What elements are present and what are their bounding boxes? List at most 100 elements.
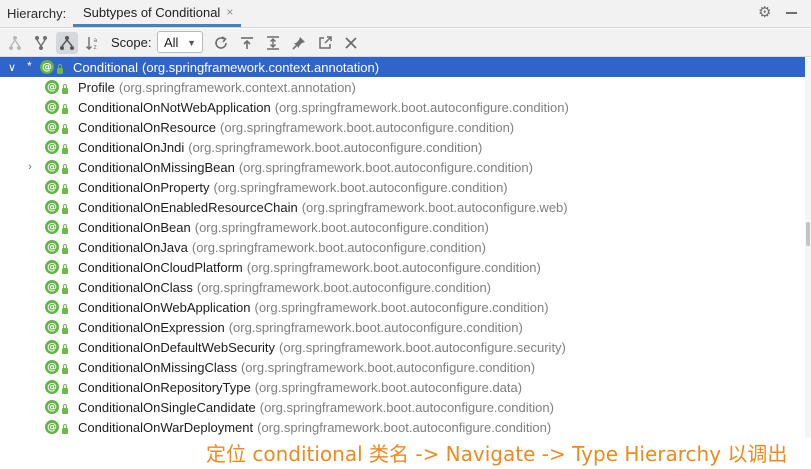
class-name: ConditionalOnNotWebApplication [78, 100, 271, 115]
tab-close-icon[interactable]: × [226, 5, 233, 19]
scope-label: Scope: [111, 35, 152, 50]
tree-row[interactable]: @ ConditionalOnBean (org.springframework.b… [0, 217, 805, 237]
package-name: (org.springframework.boot.autoconfigure.… [194, 220, 489, 235]
public-lock-icon [62, 204, 68, 214]
tree-row[interactable]: › @ ConditionalOnMissingBean (org.springfra… [0, 157, 805, 177]
tree-row[interactable]: @ ConditionalOnWebApplication (org.springf… [0, 297, 805, 317]
package-name: (org.springframework.boot.autoconfigure.… [254, 300, 549, 315]
annotation-type-icon: @ [45, 320, 59, 334]
close-icon[interactable] [340, 32, 362, 54]
class-hierarchy-icon[interactable] [56, 32, 78, 54]
sort-alphabetically-icon[interactable]: az [82, 32, 104, 54]
annotation-type-icon: @ [45, 200, 59, 214]
tab-title: Subtypes of Conditional [83, 4, 221, 20]
tree-row[interactable]: @ ConditionalOnJava (org.springframework.b… [0, 237, 805, 257]
class-name: ConditionalOnProperty [78, 180, 210, 195]
tree-row[interactable]: @ ConditionalOnMissingClass (org.springfra… [0, 357, 805, 377]
public-lock-icon [57, 64, 63, 74]
expand-arrow-icon[interactable]: › [24, 157, 36, 177]
class-name: ConditionalOnEnabledResourceChain [78, 200, 298, 215]
annotation-type-icon: @ [45, 360, 59, 374]
public-lock-icon [62, 304, 68, 314]
annotation-type-icon: @ [45, 400, 59, 414]
tree-root-row[interactable]: ∨ * @ Conditional (org.springframework.co… [0, 57, 805, 77]
public-lock-icon [62, 364, 68, 374]
class-name: ConditionalOnResource [78, 120, 217, 135]
tree-item-label: ConditionalOnSingleCandidate (org.springf… [78, 400, 554, 415]
chevron-down-icon: ▼ [187, 38, 196, 48]
annotation-type-icon: @ [45, 80, 59, 94]
tree-row[interactable]: @ ConditionalOnCloudPlatform (org.springfr… [0, 257, 805, 277]
scope-dropdown[interactable]: All ▼ [157, 31, 203, 53]
tree-row[interactable]: @ ConditionalOnExpression (org.springframe… [0, 317, 805, 337]
tree-item-label: ConditionalOnMissingClass (org.springfram… [78, 360, 535, 375]
annotation-type-icon: @ [45, 260, 59, 274]
package-name: (org.springframework.boot.autoconfigure.… [191, 240, 486, 255]
annotation-type-icon: @ [45, 380, 59, 394]
public-lock-icon [62, 84, 68, 94]
expand-arrow-icon[interactable]: ∨ [6, 57, 18, 77]
tab-subtypes-of-conditional[interactable]: Subtypes of Conditional × [73, 0, 242, 27]
class-name: ConditionalOnExpression [78, 320, 225, 335]
annotation-type-icon: @ [45, 120, 59, 134]
package-name: (org.springframework.boot.autoconfigure.… [257, 420, 552, 435]
tree-row[interactable]: @ ConditionalOnDefaultWebSecurity (org.spr… [0, 337, 805, 357]
tree-item-label: ConditionalOnNotWebApplication (org.sprin… [78, 100, 569, 115]
export-icon[interactable] [236, 32, 258, 54]
package-name: (org.springframework.boot.autoconfigure.… [279, 340, 566, 355]
tree-row[interactable]: @ ConditionalOnEnabledResourceChain (org.s… [0, 197, 805, 217]
open-in-new-icon[interactable] [314, 32, 336, 54]
tree-row[interactable]: @ ConditionalOnWarDeployment (org.springfr… [0, 417, 805, 437]
tree-row[interactable]: @ ConditionalOnSingleCandidate (org.spring… [0, 397, 805, 417]
class-name: ConditionalOnJndi [78, 140, 185, 155]
minimize-icon[interactable] [786, 12, 797, 14]
scope-value: All [164, 34, 179, 50]
vertical-scrollbar[interactable] [805, 57, 811, 438]
tree-item-label: ConditionalOnMissingBean (org.springframe… [78, 160, 533, 175]
public-lock-icon [62, 184, 68, 194]
tree-item-label: ConditionalOnExpression (org.springframew… [78, 320, 523, 335]
package-name: (org.springframework.boot.autoconfigure.… [301, 200, 568, 215]
tree-row[interactable]: @ Profile (org.springframework.context.ann… [0, 77, 805, 97]
annotation-type-icon: @ [45, 160, 59, 174]
package-name: (org.springframework.boot.autoconfigure.… [196, 280, 492, 295]
annotation-type-icon: @ [45, 100, 59, 114]
package-name: (org.springframework.boot.autoconfigure.… [240, 360, 536, 375]
package-name: (org.springframework.boot.autoconfigure.… [254, 380, 523, 395]
package-name: (org.springframework.boot.autoconfigure.… [238, 160, 533, 175]
tree-row[interactable]: @ ConditionalOnClass (org.springframework.… [0, 277, 805, 297]
svg-text:a: a [94, 37, 98, 44]
tree-item-label: ConditionalOnWarDeployment (org.springfra… [78, 420, 551, 435]
annotation-type-icon: @ [45, 300, 59, 314]
tree-item-label: ConditionalOnWebApplication (org.springfr… [78, 300, 549, 315]
public-lock-icon [62, 264, 68, 274]
annotation-type-icon: @ [40, 60, 54, 74]
tree-item-label: Profile (org.springframework.context.anno… [78, 80, 356, 95]
supertypes-icon[interactable] [4, 32, 26, 54]
public-lock-icon [62, 404, 68, 414]
package-name: (org.springframework.boot.autoconfigure.… [220, 120, 515, 135]
public-lock-icon [62, 344, 68, 354]
public-lock-icon [62, 144, 68, 154]
tree-item-label: ConditionalOnProperty (org.springframewor… [78, 180, 508, 195]
gear-icon[interactable]: ⚙ [758, 5, 774, 21]
tree-item-label: ConditionalOnBean (org.springframework.bo… [78, 220, 489, 235]
tree-row[interactable]: @ ConditionalOnResource (org.springframewo… [0, 117, 805, 137]
tree-row[interactable]: @ ConditionalOnProperty (org.springframewo… [0, 177, 805, 197]
refresh-icon[interactable] [210, 32, 232, 54]
pin-icon[interactable] [288, 32, 310, 54]
scrollbar-thumb[interactable] [806, 222, 810, 246]
tree-row[interactable]: @ ConditionalOnNotWebApplication (org.spri… [0, 97, 805, 117]
tree-row[interactable]: @ ConditionalOnJndi (org.springframework.b… [0, 137, 805, 157]
public-lock-icon [62, 124, 68, 134]
annotation-type-icon: @ [45, 280, 59, 294]
tree-item-label: ConditionalOnResource (org.springframewor… [78, 120, 514, 135]
tree-item-label: ConditionalOnJava (org.springframework.bo… [78, 240, 486, 255]
subtypes-icon[interactable] [30, 32, 52, 54]
expand-all-icon[interactable] [262, 32, 284, 54]
tree-row[interactable]: @ ConditionalOnRepositoryType (org.springf… [0, 377, 805, 397]
class-name: ConditionalOnBean [78, 220, 191, 235]
class-name: ConditionalOnMissingBean [78, 160, 235, 175]
annotation-type-icon: @ [45, 140, 59, 154]
public-lock-icon [62, 244, 68, 254]
